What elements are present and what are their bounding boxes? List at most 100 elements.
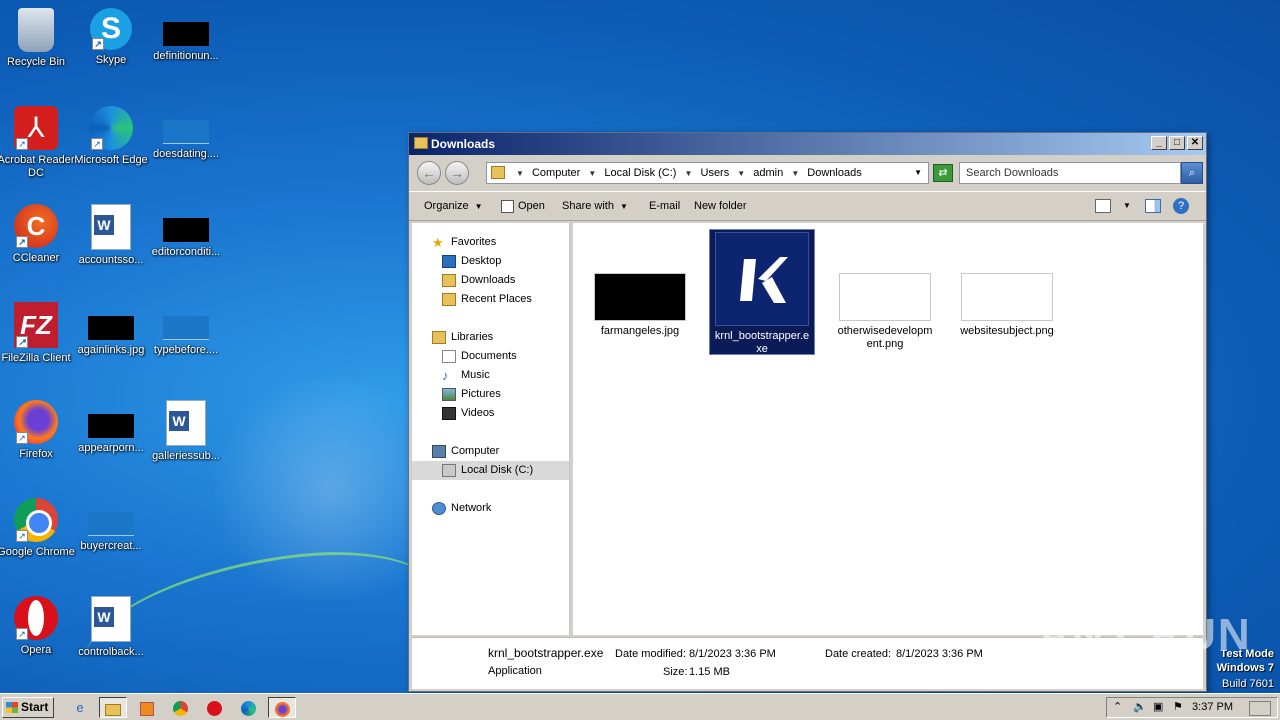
back-button[interactable]: ← <box>417 161 441 185</box>
file-item[interactable]: otherwisedevelopment.png <box>832 273 938 351</box>
krnl-logo-icon <box>740 257 788 303</box>
nav-computer[interactable]: Computer <box>412 442 569 461</box>
folder-icon <box>414 137 428 149</box>
chevron-down-icon[interactable]: ▼ <box>516 169 524 178</box>
nav-desktop[interactable]: Desktop <box>412 252 569 271</box>
minimize-button[interactable]: _ <box>1151 136 1167 150</box>
edge-icon[interactable] <box>234 697 262 718</box>
desktop-icon-galleriessub[interactable]: W galleriessub... <box>147 400 225 463</box>
file-name: krnl_bootstrapper.exe <box>714 330 810 355</box>
details-modified-value: 8/1/2023 3:36 PM <box>689 648 776 660</box>
opera-icon[interactable] <box>200 697 228 718</box>
desktop-icon-accountsso[interactable]: W accountsso... <box>72 204 150 267</box>
network-tray-icon[interactable]: ▣ <box>1153 698 1163 717</box>
desktop-icon-label: Recycle Bin <box>6 56 66 68</box>
new-folder-button[interactable]: New folder <box>694 192 747 220</box>
desktop-icon-appearporn[interactable]: appearporn... <box>72 400 150 455</box>
search-icon[interactable]: ⌕ <box>1181 162 1203 184</box>
desktop-icon-recycle-bin[interactable]: Recycle Bin <box>0 8 75 69</box>
chevron-down-icon[interactable]: ▼ <box>685 169 693 178</box>
clock[interactable]: 3:37 PM <box>1192 698 1233 717</box>
nav-videos[interactable]: Videos <box>412 404 569 423</box>
desktop-icon-skype[interactable]: S ↗ Skype <box>72 8 150 67</box>
chevron-down-icon[interactable]: ▼ <box>737 169 745 178</box>
desktop-icon-label: buyercreat... <box>80 540 142 552</box>
image-thumbnail-icon <box>594 273 686 321</box>
email-button[interactable]: E-mail <box>649 192 680 220</box>
nav-recent-places[interactable]: Recent Places <box>412 290 569 309</box>
media-player-icon[interactable] <box>133 697 161 718</box>
desktop-icon-doesdating[interactable]: doesdating.... <box>147 106 225 161</box>
organize-button[interactable]: Organize ▼ <box>424 192 483 221</box>
volume-icon[interactable]: 🔈 <box>1133 698 1147 717</box>
address-bar-row: ← → ▼ Computer ▼ Local Disk (C:) ▼ Users… <box>409 157 1206 189</box>
desktop-icon-chrome[interactable]: ↗ Google Chrome <box>0 498 75 559</box>
music-icon: ♪ <box>442 368 449 383</box>
nav-pictures-label: Pictures <box>461 388 501 400</box>
file-item[interactable]: farmangeles.jpg <box>587 273 693 338</box>
nav-libraries[interactable]: Libraries <box>412 328 569 347</box>
file-list[interactable]: farmangeles.jpg krnl_bootstrapper.exe ot… <box>573 223 1203 635</box>
help-icon[interactable]: ? <box>1173 198 1189 214</box>
desktop-icon-buyercreat[interactable]: buyercreat... <box>72 498 150 553</box>
refresh-button[interactable]: ⇄ <box>933 164 953 182</box>
desktop-icon-opera[interactable]: ↗ Opera <box>0 596 75 657</box>
crumb-computer[interactable]: Computer <box>532 167 580 179</box>
firefox-icon[interactable] <box>268 697 296 718</box>
search-input[interactable]: Search Downloads <box>959 162 1181 184</box>
desktop-icon-firefox[interactable]: ↗ Firefox <box>0 400 75 461</box>
desktop-icon-label: accountsso... <box>78 254 144 266</box>
chevron-down-icon[interactable]: ▼ <box>791 169 799 178</box>
start-button[interactable]: Start <box>2 697 54 718</box>
crumb-admin[interactable]: admin <box>753 167 783 179</box>
crumb-local-disk[interactable]: Local Disk (C:) <box>604 167 676 179</box>
nav-documents[interactable]: Documents <box>412 347 569 366</box>
address-dropdown-icon[interactable]: ▼ <box>914 163 922 183</box>
nav-music[interactable]: ♪ Music <box>412 366 569 385</box>
file-item-selected[interactable]: krnl_bootstrapper.exe <box>709 229 815 355</box>
desktop-icon-acrobat[interactable]: ⅄ ↗ Acrobat Reader DC <box>0 106 75 180</box>
chevron-down-icon[interactable]: ▼ <box>588 169 596 178</box>
image-thumbnail-icon <box>163 218 209 242</box>
internet-explorer-icon[interactable]: e <box>66 697 94 718</box>
desktop-icon-filezilla[interactable]: FZ ↗ FileZilla Client <box>0 302 75 365</box>
window-titlebar[interactable]: Downloads _ □ ✕ <box>409 133 1206 155</box>
flag-icon[interactable]: ⚑ <box>1173 698 1183 717</box>
nav-downloads[interactable]: Downloads <box>412 271 569 290</box>
address-box[interactable]: ▼ Computer ▼ Local Disk (C:) ▼ Users ▼ a… <box>486 162 929 184</box>
open-button[interactable]: Open <box>501 192 545 220</box>
explorer-window[interactable]: Downloads _ □ ✕ ← → ▼ Computer ▼ Local D… <box>408 132 1207 692</box>
crumb-downloads[interactable]: Downloads <box>807 167 861 179</box>
chrome-icon[interactable] <box>166 697 194 718</box>
desktop-icon-definitionun[interactable]: definitionun... <box>147 8 225 63</box>
taskbar: Start e ⌃ 🔈 ▣ ⚑ 3:37 PM <box>0 693 1280 720</box>
desktop-icon-editorconditi[interactable]: editorconditi... <box>147 204 225 259</box>
desktop-icon-againlinks[interactable]: againlinks.jpg <box>72 302 150 357</box>
file-item[interactable]: websitesubject.png <box>954 273 1060 338</box>
desktop-icon-edge[interactable]: ↗ Microsoft Edge <box>72 106 150 167</box>
desktop-icon-label: appearporn... <box>78 442 144 454</box>
nav-network[interactable]: Network <box>412 499 569 518</box>
show-hidden-icons-icon[interactable]: ⌃ <box>1113 698 1122 717</box>
organize-label: Organize <box>424 200 469 212</box>
explorer-icon[interactable] <box>99 697 127 718</box>
desktop-icon-ccleaner[interactable]: C ↗ CCleaner <box>0 204 75 265</box>
preview-pane-icon[interactable] <box>1145 199 1161 213</box>
nav-pictures[interactable]: Pictures <box>412 385 569 404</box>
details-created-value: 8/1/2023 3:36 PM <box>896 648 983 660</box>
view-options-icon[interactable] <box>1095 199 1111 213</box>
forward-button[interactable]: → <box>445 161 469 185</box>
close-button[interactable]: ✕ <box>1187 136 1203 150</box>
crumb-users[interactable]: Users <box>701 167 730 179</box>
nav-local-disk[interactable]: Local Disk (C:) <box>412 461 569 480</box>
nav-favorites[interactable]: ★ Favorites <box>412 233 569 252</box>
desktop-icon-typebefore[interactable]: typebefore.... <box>147 302 225 357</box>
windows-version-label: Windows 7 <box>1216 662 1274 674</box>
view-dropdown-icon[interactable]: ▼ <box>1123 192 1131 220</box>
share-with-button[interactable]: Share with ▼ <box>562 192 628 221</box>
window-title: Downloads <box>431 137 496 151</box>
nav-computer-label: Computer <box>451 445 500 457</box>
maximize-button[interactable]: □ <box>1169 136 1185 150</box>
show-desktop-button[interactable] <box>1249 701 1271 716</box>
desktop-icon-controlback[interactable]: W controlback... <box>72 596 150 659</box>
